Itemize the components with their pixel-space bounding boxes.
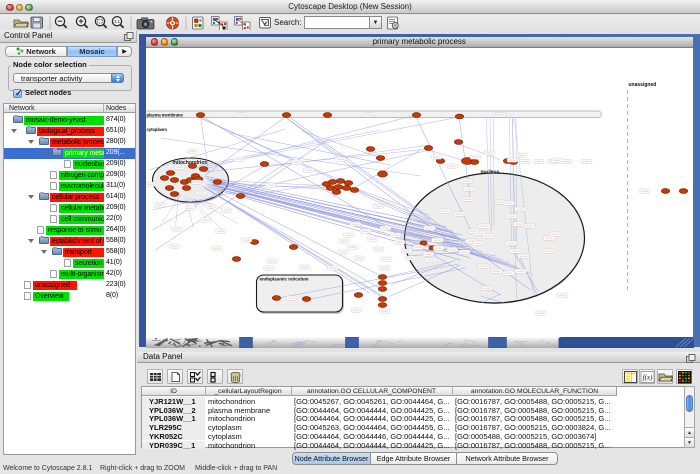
svg-text:endoplasmic reticulum: endoplasmic reticulum: [259, 277, 308, 282]
svg-text:nucleus: nucleus: [480, 170, 499, 176]
svg-text:cytoplasm: cytoplasm: [146, 127, 167, 132]
svg-text:1:1: 1:1: [114, 19, 120, 24]
svg-text:f(x): f(x): [643, 374, 653, 382]
svg-text:plasma membrane: plasma membrane: [146, 112, 183, 117]
svg-text:unassigned: unassigned: [628, 82, 656, 88]
